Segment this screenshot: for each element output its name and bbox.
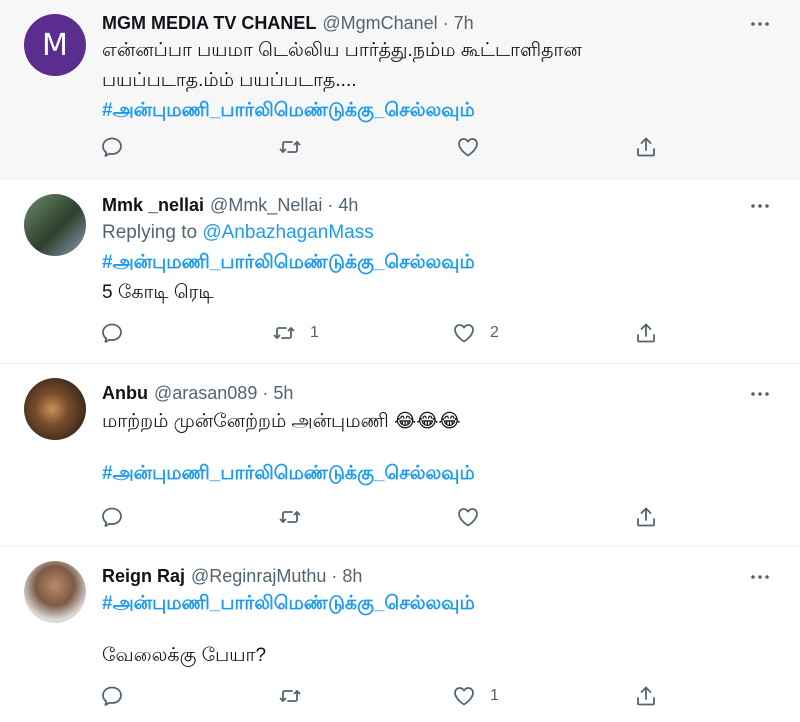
share-icon bbox=[634, 684, 658, 708]
share-icon bbox=[634, 135, 658, 159]
tweet-text: 5 கோடி ரெடி bbox=[102, 282, 214, 303]
tweet-text: வேலைக்கு பேயா? bbox=[102, 645, 267, 666]
like-button[interactable] bbox=[456, 132, 494, 162]
more-icon bbox=[748, 382, 772, 406]
tweet-text: மாற்றம் முன்னேற்றம் அன்புமணி bbox=[102, 411, 389, 432]
timestamp[interactable]: 8h bbox=[342, 566, 362, 587]
timestamp[interactable]: 5h bbox=[273, 383, 293, 404]
separator-dot: · bbox=[442, 12, 449, 33]
share-button[interactable] bbox=[634, 318, 658, 348]
retweet-icon bbox=[278, 135, 302, 159]
hashtag-link[interactable]: #அன்புமணி_பார்லிமெண்டுக்கு_செல்லவும் bbox=[102, 593, 475, 614]
like-icon bbox=[452, 321, 476, 345]
tweet-feed: M MGM MEDIA TV CHANEL @MgmChanel · 7h என… bbox=[0, 0, 800, 722]
more-options-button[interactable] bbox=[748, 565, 772, 589]
share-icon bbox=[634, 505, 658, 529]
more-icon bbox=[748, 12, 772, 36]
replying-to-link[interactable]: @AnbazhaganMass bbox=[202, 222, 373, 243]
reply-icon bbox=[100, 135, 124, 159]
timestamp[interactable]: 7h bbox=[454, 13, 474, 34]
retweet-icon bbox=[278, 505, 302, 529]
reply-button[interactable] bbox=[100, 318, 124, 348]
retweet-icon bbox=[278, 684, 302, 708]
tweet-actions: 1 bbox=[100, 681, 670, 711]
separator-dot: · bbox=[331, 565, 338, 586]
emoji: 😂😂😂 bbox=[394, 410, 461, 432]
tweet-card[interactable]: Anbu @arasan089 · 5h மாற்றம் முன்னேற்றம்… bbox=[0, 364, 800, 547]
like-button[interactable]: 1 bbox=[452, 681, 499, 711]
like-button[interactable]: 2 bbox=[452, 318, 499, 348]
tweet-card[interactable]: Mmk _nellai @Mmk_Nellai · 4h Replying to… bbox=[0, 180, 800, 364]
tweet-card[interactable]: M MGM MEDIA TV CHANEL @MgmChanel · 7h என… bbox=[0, 0, 800, 180]
tweet-actions bbox=[100, 502, 670, 532]
retweet-icon bbox=[272, 321, 296, 345]
retweet-count: 1 bbox=[310, 324, 319, 341]
like-icon bbox=[456, 135, 480, 159]
tweet-header: Mmk _nellai @Mmk_Nellai · 4h bbox=[102, 192, 768, 218]
separator-dot: · bbox=[327, 194, 334, 215]
tweet-header: Anbu @arasan089 · 5h bbox=[102, 380, 768, 406]
tweet-actions: 1 2 bbox=[100, 318, 670, 348]
retweet-button[interactable]: 1 bbox=[272, 318, 319, 348]
like-icon bbox=[456, 505, 480, 529]
reply-icon bbox=[100, 321, 124, 345]
display-name[interactable]: Mmk _nellai bbox=[102, 195, 204, 216]
replying-to-label: Replying to bbox=[102, 222, 198, 243]
like-icon bbox=[452, 684, 476, 708]
user-handle[interactable]: @MgmChanel bbox=[322, 13, 437, 34]
share-button[interactable] bbox=[634, 681, 658, 711]
more-icon bbox=[748, 194, 772, 218]
hashtag-link[interactable]: #அன்புமணி_பார்லிமெண்டுக்கு_செல்லவும் bbox=[102, 100, 475, 121]
user-handle[interactable]: @ReginrajMuthu bbox=[191, 566, 326, 587]
avatar[interactable] bbox=[24, 378, 86, 440]
reply-button[interactable] bbox=[100, 681, 124, 711]
tweet-header: Reign Raj @ReginrajMuthu · 8h bbox=[102, 563, 768, 589]
like-count: 1 bbox=[490, 687, 499, 704]
share-button[interactable] bbox=[634, 132, 658, 162]
more-options-button[interactable] bbox=[748, 12, 772, 36]
avatar[interactable] bbox=[24, 194, 86, 256]
retweet-button[interactable] bbox=[278, 681, 316, 711]
separator-dot: · bbox=[262, 382, 269, 403]
more-options-button[interactable] bbox=[748, 382, 772, 406]
display-name[interactable]: MGM MEDIA TV CHANEL bbox=[102, 13, 316, 34]
retweet-button[interactable] bbox=[278, 132, 316, 162]
timestamp[interactable]: 4h bbox=[338, 195, 358, 216]
avatar[interactable] bbox=[24, 561, 86, 623]
tweet-card[interactable]: Reign Raj @ReginrajMuthu · 8h #அன்புமணி_… bbox=[0, 547, 800, 722]
share-button[interactable] bbox=[634, 502, 658, 532]
tweet-actions bbox=[100, 132, 670, 162]
reply-button[interactable] bbox=[100, 132, 124, 162]
reply-icon bbox=[100, 684, 124, 708]
like-button[interactable] bbox=[456, 502, 494, 532]
replying-to-line: Replying to @AnbazhaganMass bbox=[102, 218, 768, 248]
user-handle[interactable]: @Mmk_Nellai bbox=[210, 195, 322, 216]
avatar-letter: M bbox=[42, 27, 68, 63]
display-name[interactable]: Reign Raj bbox=[102, 566, 185, 587]
avatar[interactable]: M bbox=[24, 14, 86, 76]
tweet-text-line: பயப்படாத.ம்ம் பயப்படாத.... bbox=[102, 70, 357, 91]
user-handle[interactable]: @arasan089 bbox=[154, 383, 257, 404]
reply-icon bbox=[100, 505, 124, 529]
hashtag-link[interactable]: #அன்புமணி_பார்லிமெண்டுக்கு_செல்லவும் bbox=[102, 252, 475, 273]
share-icon bbox=[634, 321, 658, 345]
like-count: 2 bbox=[490, 324, 499, 341]
tweet-text-line: என்னப்பா பயமா டெல்லிய பார்த்து.நம்ம கூட்… bbox=[102, 40, 582, 61]
more-options-button[interactable] bbox=[748, 194, 772, 218]
reply-button[interactable] bbox=[100, 502, 124, 532]
hashtag-link[interactable]: #அன்புமணி_பார்லிமெண்டுக்கு_செல்லவும் bbox=[102, 463, 475, 484]
more-icon bbox=[748, 565, 772, 589]
retweet-button[interactable] bbox=[278, 502, 316, 532]
display-name[interactable]: Anbu bbox=[102, 383, 148, 404]
tweet-header: MGM MEDIA TV CHANEL @MgmChanel · 7h bbox=[102, 10, 768, 36]
